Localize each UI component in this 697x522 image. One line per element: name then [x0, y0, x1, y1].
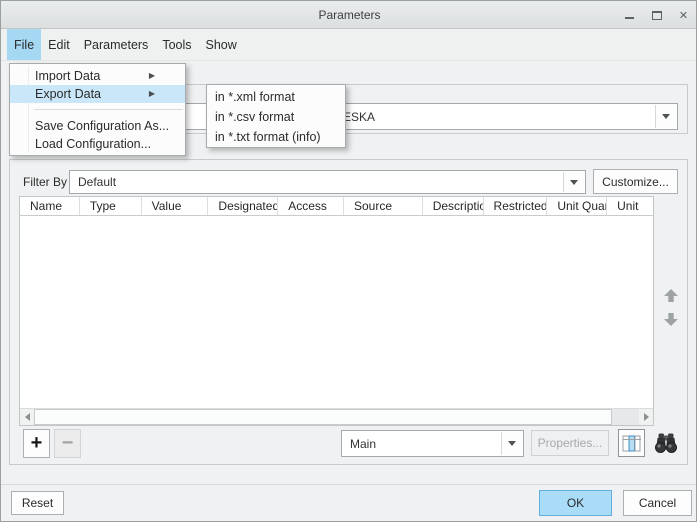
scroll-right-icon [644, 413, 649, 421]
maximize-button[interactable] [650, 9, 663, 22]
column-header-name[interactable]: Name [20, 197, 80, 215]
menu-item-export-data[interactable]: Export Data ▶ [10, 85, 185, 103]
footer-divider [1, 484, 697, 485]
column-header-restricted[interactable]: Restricted [484, 197, 548, 215]
filter-combobox[interactable]: Default [69, 170, 586, 194]
binoculars-icon [653, 432, 679, 454]
maximize-icon [652, 11, 662, 20]
reset-button[interactable]: Reset [11, 491, 64, 515]
menu-item-save-configuration[interactable]: Save Configuration As... [10, 117, 185, 135]
minus-icon: − [62, 432, 74, 455]
cancel-button[interactable]: Cancel [623, 490, 692, 516]
horizontal-scrollbar[interactable] [20, 408, 653, 425]
look-in-dropdown-button[interactable] [655, 105, 676, 128]
table-body-empty[interactable] [20, 216, 653, 408]
chevron-down-icon [662, 114, 670, 119]
menu-parameters[interactable]: Parameters [77, 29, 156, 60]
filter-by-label: Filter By [23, 170, 67, 194]
column-header-access[interactable]: Access [278, 197, 344, 215]
parameter-group-value: Main [342, 431, 499, 456]
submenu-arrow-icon: ▶ [149, 90, 155, 98]
submenu-item-csv-format[interactable]: in *.csv format [207, 107, 345, 127]
menu-bar: File Edit Parameters Tools Show [1, 29, 697, 61]
menu-separator [34, 109, 183, 110]
scroll-left-icon [25, 413, 30, 421]
table-header-row: Name Type Value Designated Access Source… [20, 197, 653, 216]
column-header-description[interactable]: Description [423, 197, 484, 215]
ok-button[interactable]: OK [539, 490, 612, 516]
menu-tools[interactable]: Tools [155, 29, 198, 60]
column-header-unit[interactable]: Unit [607, 197, 653, 215]
move-up-arrow-icon[interactable] [663, 288, 679, 303]
customize-button[interactable]: Customize... [593, 169, 678, 194]
move-down-arrow-icon[interactable] [663, 312, 679, 327]
parameter-group-dropdown-button[interactable] [501, 432, 522, 455]
filter-value: Default [70, 171, 561, 193]
column-header-type[interactable]: Type [80, 197, 142, 215]
minimize-button[interactable] [623, 9, 636, 22]
properties-button[interactable]: Properties... [531, 430, 609, 456]
minimize-icon [625, 17, 634, 19]
find-parameter-button[interactable] [650, 429, 681, 457]
column-header-value[interactable]: Value [142, 197, 209, 215]
remove-parameter-button[interactable]: − [54, 429, 81, 458]
submenu-item-xml-format[interactable]: in *.xml format [207, 87, 345, 107]
menu-edit[interactable]: Edit [41, 29, 77, 60]
reorder-controls [654, 196, 688, 426]
add-parameter-button[interactable]: + [23, 429, 50, 458]
parameters-dialog: Parameters ✕ File Edit Parameters Tools … [0, 0, 697, 522]
menu-item-load-configuration[interactable]: Load Configuration... [10, 135, 185, 153]
columns-table-icon [622, 435, 641, 452]
scroll-right-button[interactable] [639, 409, 653, 425]
chevron-down-icon [570, 180, 578, 185]
menu-item-import-data[interactable]: Import Data ▶ [10, 67, 185, 85]
column-header-designated[interactable]: Designated [208, 197, 278, 215]
submenu-item-txt-format[interactable]: in *.txt format (info) [207, 127, 345, 147]
scrollbar-thumb[interactable] [34, 409, 612, 425]
submenu-arrow-icon: ▶ [149, 72, 155, 80]
file-menu-panel: Import Data ▶ Export Data ▶ Save Configu… [9, 63, 186, 156]
column-header-unit-quantity[interactable]: Unit Quantity [547, 197, 607, 215]
window-controls: ✕ [623, 1, 690, 29]
scroll-left-button[interactable] [20, 409, 34, 425]
close-button[interactable]: ✕ [677, 9, 690, 22]
filter-dropdown-button[interactable] [563, 172, 584, 192]
parameter-group-combobox[interactable]: Main [341, 430, 524, 457]
load-configuration-label: Load Configuration... [35, 137, 151, 151]
export-submenu-panel: in *.xml format in *.csv format in *.txt… [206, 84, 346, 148]
import-data-label: Import Data [35, 69, 100, 83]
columns-display-button[interactable] [618, 429, 645, 457]
close-icon: ✕ [679, 9, 688, 22]
window-title: Parameters [1, 1, 697, 29]
column-header-source[interactable]: Source [344, 197, 423, 215]
chevron-down-icon [508, 441, 516, 446]
menu-show[interactable]: Show [199, 29, 244, 60]
plus-icon: + [31, 432, 43, 455]
scrollbar-track[interactable] [612, 409, 639, 425]
export-data-label: Export Data [35, 87, 101, 101]
title-bar: Parameters ✕ [1, 1, 697, 29]
menu-file[interactable]: File [7, 29, 41, 60]
save-configuration-label: Save Configuration As... [35, 119, 169, 133]
parameters-table: Name Type Value Designated Access Source… [19, 196, 654, 426]
